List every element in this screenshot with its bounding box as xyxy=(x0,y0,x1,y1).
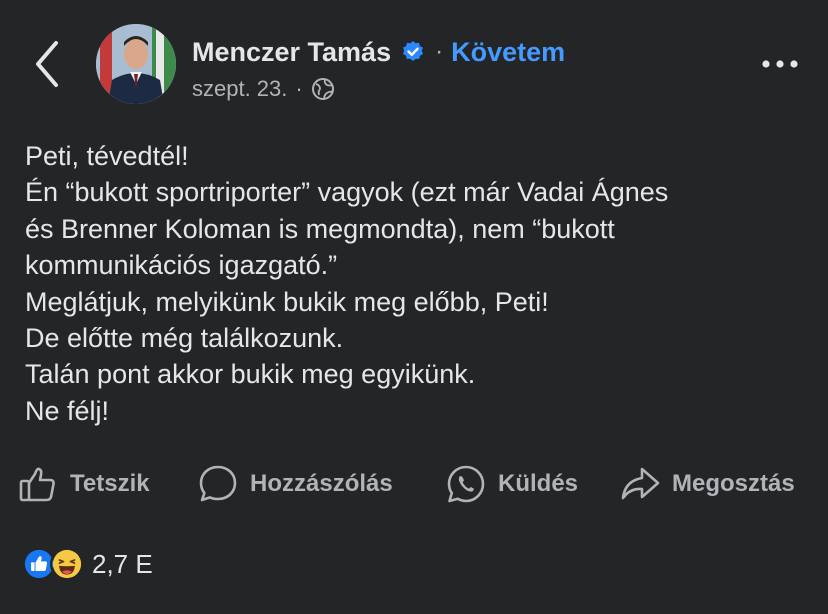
share-label: Megosztás xyxy=(672,470,795,497)
thumbs-up-icon xyxy=(19,467,55,502)
post-text-line: Peti, tévedtél! xyxy=(25,141,189,171)
comment-label: Hozzászólás xyxy=(250,470,393,497)
post-text-line: Meglátjuk, melyikünk bukik meg előbb, Pe… xyxy=(25,286,549,317)
post-text-line: kommunikációs igazgató.” xyxy=(25,250,338,281)
post-text: Peti, tévedtél! Én “bukott sportriporter… xyxy=(25,138,815,429)
share-button[interactable]: Megosztás xyxy=(620,458,795,510)
post-header: Menczer Tamás · Követem szept. 23. · xyxy=(0,0,828,120)
action-bar: Tetszik Hozzászólás Küldés Megosztás xyxy=(0,458,828,510)
back-button[interactable] xyxy=(28,38,68,90)
profile-photo xyxy=(96,24,176,104)
post-meta: szept. 23. · xyxy=(192,74,335,104)
share-icon xyxy=(621,467,660,500)
like-label: Tetszik xyxy=(70,470,150,497)
author-name[interactable]: Menczer Tamás xyxy=(192,37,391,68)
haha-icon xyxy=(50,547,84,581)
reaction-count: 2,7 E xyxy=(92,548,153,579)
globe-icon xyxy=(311,78,334,100)
chevron-left-icon xyxy=(36,41,58,87)
reaction-summary[interactable]: 2,7 E xyxy=(22,544,153,584)
separator-dot: · xyxy=(435,38,444,65)
meta-separator: · xyxy=(295,76,303,101)
author-line: Menczer Tamás · Követem xyxy=(192,34,565,70)
more-options-button[interactable] xyxy=(760,52,800,76)
more-dots-icon xyxy=(762,60,798,68)
post-text-line: Én “bukott sportriporter” vagyok (ezt má… xyxy=(25,177,669,208)
comment-button[interactable]: Hozzászólás xyxy=(198,458,393,510)
follow-button[interactable]: Követem xyxy=(451,37,565,68)
post-text-line: és Brenner Koloman is megmondta), nem “b… xyxy=(25,213,615,244)
comment-icon xyxy=(199,465,237,502)
send-button[interactable]: Küldés xyxy=(446,458,578,510)
post-text-line: Talán pont akkor bukik meg egyikünk. xyxy=(25,359,476,390)
like-button[interactable]: Tetszik xyxy=(18,458,150,510)
verified-badge-icon xyxy=(403,41,424,61)
post-text-line: Ne félj! xyxy=(25,395,110,426)
avatar[interactable] xyxy=(96,24,176,104)
whatsapp-icon xyxy=(447,465,485,503)
post-text-line: De előtte még találkozunk. xyxy=(25,323,344,354)
post-date[interactable]: szept. 23. xyxy=(192,76,287,102)
send-label: Küldés xyxy=(498,470,579,497)
